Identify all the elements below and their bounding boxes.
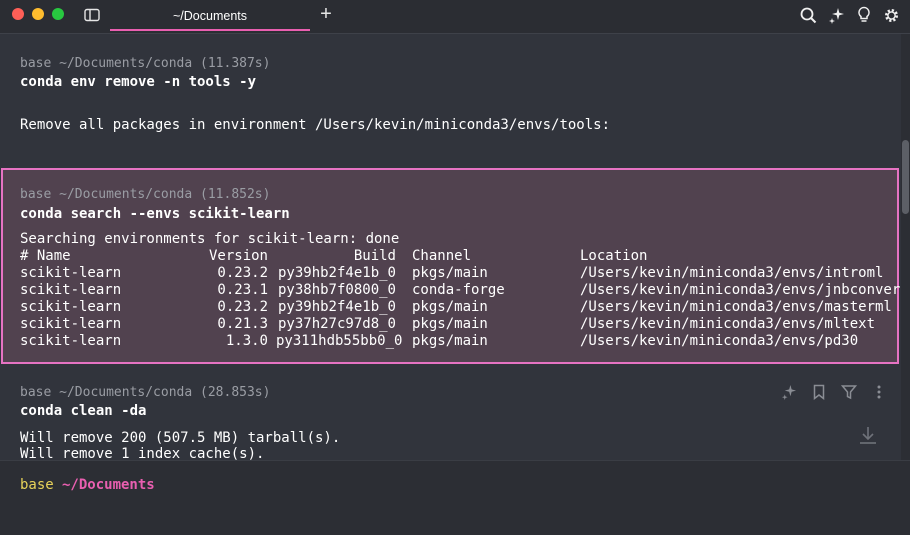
column-header-name: # Name: [20, 248, 71, 264]
ai-sparkle-icon[interactable]: [827, 6, 845, 24]
block-command: conda clean -da: [20, 403, 147, 419]
cell-build: py37h27c97d8_0: [277, 316, 396, 332]
bookmark-icon[interactable]: [810, 383, 828, 401]
filter-icon[interactable]: [840, 383, 858, 401]
prompt-path: ~/Documents: [62, 477, 155, 493]
tab-title: ~/Documents: [173, 8, 247, 23]
cell-build: py39hb2f4e1b_0: [277, 299, 396, 315]
prompt-env: base: [20, 477, 54, 493]
cell-version: 1.3.0: [225, 333, 268, 349]
cell-version: 0.23.2: [217, 299, 268, 315]
scroll-to-bottom-icon[interactable]: [858, 425, 878, 445]
ai-sparkle-icon[interactable]: [780, 383, 798, 401]
cell-name: scikit-learn: [20, 265, 122, 281]
output-line: Will remove 200 (507.5 MB) tarball(s).: [20, 430, 341, 446]
block-meta: base ~/Documents/conda (11.852s): [20, 187, 271, 202]
cell-version: 0.21.3: [217, 316, 268, 332]
cell-name: scikit-learn: [20, 316, 122, 332]
column-header-location: Location: [580, 248, 648, 264]
close-window-button[interactable]: [12, 8, 24, 20]
cell-build: py39hb2f4e1b_0: [277, 265, 396, 281]
block-meta: base ~/Documents/conda (11.387s): [20, 56, 271, 71]
block-meta: base ~/Documents/conda (28.853s): [20, 385, 271, 400]
cell-channel: pkgs/main: [412, 316, 488, 332]
search-icon[interactable]: [799, 6, 817, 24]
cell-version: 0.23.2: [217, 265, 268, 281]
command-input[interactable]: base ~/Documents: [0, 460, 910, 535]
active-tab-indicator: [110, 29, 310, 31]
cell-location: /Users/kevin/miniconda3/envs/masterml: [580, 299, 892, 315]
cell-location: /Users/kevin/miniconda3/envs/jnbconvert: [580, 282, 909, 298]
column-header-build: Build: [353, 248, 396, 264]
zoom-window-button[interactable]: [52, 8, 64, 20]
block-command: conda search --envs scikit-learn: [20, 206, 290, 222]
cell-channel: conda-forge: [412, 282, 505, 298]
column-header-version: Version: [208, 248, 268, 264]
cell-version: 0.23.1: [217, 282, 268, 298]
block-command: conda env remove -n tools -y: [20, 74, 257, 90]
lightbulb-icon[interactable]: [855, 6, 873, 24]
cell-channel: pkgs/main: [412, 333, 488, 349]
cell-location: /Users/kevin/miniconda3/envs/introml: [580, 265, 884, 281]
cell-location: /Users/kevin/miniconda3/envs/pd30: [580, 333, 859, 349]
title-bar: ~/Documents +: [0, 0, 910, 34]
tab-documents[interactable]: ~/Documents: [110, 0, 310, 31]
new-tab-button[interactable]: +: [316, 4, 336, 24]
column-header-channel: Channel: [412, 248, 472, 264]
settings-gear-icon[interactable]: [882, 6, 900, 24]
cell-name: scikit-learn: [20, 333, 122, 349]
cell-channel: pkgs/main: [412, 299, 488, 315]
output-line: Searching environments for scikit-learn:…: [20, 231, 400, 247]
output-line: Remove all packages in environment /User…: [20, 117, 611, 133]
cell-build: py311hdb55bb0_0: [276, 333, 403, 349]
cell-build: py38hb7f0800_0: [277, 282, 396, 298]
sidebar-icon[interactable]: [83, 6, 101, 24]
scrollbar-thumb[interactable]: [902, 140, 909, 214]
more-options-icon[interactable]: [870, 383, 888, 401]
cell-channel: pkgs/main: [412, 265, 488, 281]
cell-location: /Users/kevin/miniconda3/envs/mltext: [580, 316, 876, 332]
cell-name: scikit-learn: [20, 299, 122, 315]
cell-name: scikit-learn: [20, 282, 122, 298]
minimize-window-button[interactable]: [32, 8, 44, 20]
scrollbar-track[interactable]: [901, 34, 910, 460]
